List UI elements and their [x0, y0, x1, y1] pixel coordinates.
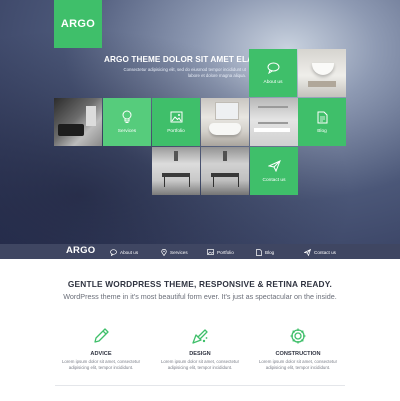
document-icon [315, 110, 329, 124]
feature-title: DESIGN [189, 351, 211, 357]
tile-blog-label: Blog [317, 129, 327, 134]
photo-tile-office [250, 98, 298, 146]
paper-plane-icon [267, 159, 281, 173]
nav-item-services[interactable]: Services [160, 247, 188, 257]
nav-logo[interactable]: ARGO [66, 245, 95, 256]
nav-item-portfolio[interactable]: Portfolio [207, 247, 234, 257]
feature-construction: CONSTRUCTION Lorem ipsum dolor sit amet,… [253, 326, 343, 371]
feature-advice: ADVICE Lorem ipsum dolor sit amet, conse… [56, 326, 146, 371]
nav-item-label: Blog [265, 249, 275, 255]
gear-icon [288, 326, 308, 346]
shelf-shape [258, 106, 288, 124]
feature-description: Lorem ipsum dolor sit amet, consectetur … [258, 359, 338, 370]
photo-tile-bowl [298, 49, 346, 97]
nav-item-blog[interactable]: Blog [255, 247, 274, 257]
feature-title: ADVICE [90, 351, 112, 357]
tile-about-us-label: About us [263, 80, 283, 85]
lamp-shape [86, 106, 96, 126]
tagline: GENTLE WORDPRESS THEME, RESPONSIVE & RET… [67, 279, 333, 289]
lightbulb-icon [120, 110, 134, 124]
navbar [0, 244, 400, 259]
document-icon [255, 248, 262, 256]
nav-item-contact-us[interactable]: Contact us [304, 247, 336, 257]
desk-shape [254, 128, 290, 132]
book-shape [308, 81, 336, 87]
nav-item-label: About us [120, 249, 139, 255]
tagline-subtext: WordPress theme in it's most beautiful f… [63, 292, 337, 301]
bowl-shape [312, 63, 334, 75]
nav-item-label: Contact us [314, 249, 336, 255]
tile-contact-us[interactable]: Contact us [250, 147, 298, 195]
image-icon [169, 110, 183, 124]
image-icon [207, 249, 214, 256]
pencil-icon [91, 326, 111, 346]
table-legs-shape [213, 177, 239, 187]
hero-headline: ARGO THEME DOLOR SIT AMET ELASDE [104, 55, 271, 64]
logo[interactable]: ARGO [54, 0, 102, 48]
tile-services[interactable]: Services [103, 98, 151, 146]
photo-tile-bathroom [201, 98, 249, 146]
bathtub-shape [209, 123, 241, 135]
feature-description: Lorem ipsum dolor sit amet, consectetur … [61, 359, 141, 370]
chat-icon [110, 248, 117, 256]
divider [55, 385, 345, 386]
pendant-lamp-shape [174, 151, 178, 161]
tile-portfolio-label: Portfolio [167, 129, 185, 134]
sofa-shape [58, 124, 84, 136]
tile-contact-us-label: Contact us [262, 178, 286, 183]
tile-services-label: Services [117, 129, 137, 134]
pendant-lamp-shape [223, 151, 227, 161]
chat-icon [266, 61, 280, 75]
nav-item-label: Portfolio [217, 249, 234, 255]
window-shape [215, 102, 239, 120]
tile-portfolio[interactable]: Portfolio [152, 98, 200, 146]
photo-tile-dining-2 [201, 147, 249, 195]
nav-item-label: Services [170, 249, 188, 255]
hero-subline: Consectetur adipisicing elit, sed do eiu… [123, 67, 246, 78]
feature-title: CONSTRUCTION [275, 351, 321, 357]
paper-plane-icon [304, 248, 311, 256]
brush-icon [190, 326, 210, 346]
photo-tile-dining [152, 147, 200, 195]
feature-design: DESIGN Lorem ipsum dolor sit amet, conse… [155, 326, 245, 371]
photo-tile-living [54, 98, 102, 146]
tile-about-us[interactable]: About us [249, 49, 297, 97]
feature-description: Lorem ipsum dolor sit amet, consectetur … [160, 359, 240, 370]
tile-blog[interactable]: Blog [298, 98, 346, 146]
location-pin-icon [160, 248, 167, 256]
table-legs-shape [164, 177, 190, 187]
nav-item-about-us[interactable]: About us [110, 247, 138, 257]
